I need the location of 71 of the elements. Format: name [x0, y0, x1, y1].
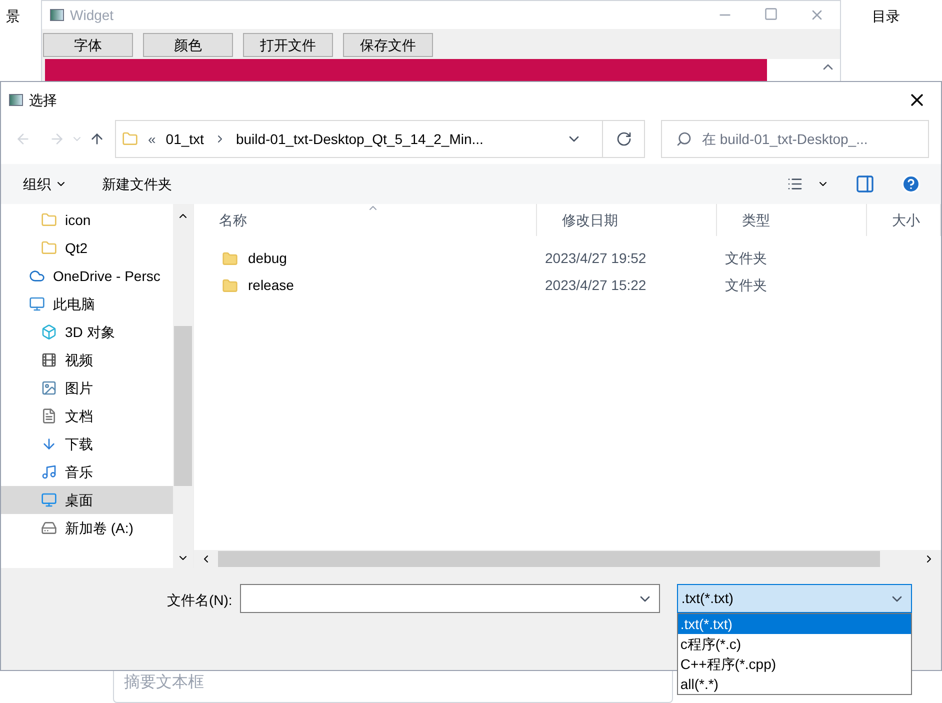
background-link[interactable]: 目录: [872, 6, 900, 27]
nav-item[interactable]: icon: [1, 206, 174, 234]
file-type-select[interactable]: .txt(*.txt): [677, 584, 912, 613]
file-row[interactable]: debug 2023/4/27 19:52 文件夹: [194, 245, 941, 272]
nav-item[interactable]: 桌面: [1, 486, 174, 514]
file-row[interactable]: release 2023/4/27 15:22 文件夹: [194, 272, 941, 299]
folder-icon: [41, 240, 57, 256]
horizontal-scrollbar[interactable]: [194, 550, 941, 568]
music-note-icon: [41, 464, 57, 480]
path-overflow[interactable]: «: [148, 128, 156, 150]
file-name: debug: [248, 249, 287, 268]
help-icon[interactable]: [901, 174, 921, 194]
modified-date: 2023/4/27 19:52: [544, 249, 648, 268]
nav-item[interactable]: 此电脑: [1, 290, 174, 318]
folder-icon: [122, 131, 138, 147]
picture-icon: [41, 380, 57, 396]
search-field[interactable]: 在 build-01_txt-Desktop_...: [661, 120, 929, 158]
drive-icon: [41, 520, 57, 536]
nav-item[interactable]: Qt2: [1, 234, 174, 262]
view-options-icon[interactable]: [787, 176, 803, 192]
nav-item[interactable]: 音乐: [1, 458, 174, 486]
document-icon: [41, 408, 57, 424]
up-icon[interactable]: [89, 131, 105, 147]
organize-button[interactable]: 组织: [23, 174, 67, 194]
file-type: 文件夹: [724, 276, 768, 295]
folder-icon: [41, 212, 57, 228]
nav-item[interactable]: 3D 对象: [1, 318, 174, 346]
column-header[interactable]: 名称: [194, 204, 537, 236]
column-header[interactable]: 修改日期: [537, 204, 717, 236]
dropdown-option[interactable]: C++程序(*.cpp): [678, 654, 912, 674]
toolbar-button[interactable]: 字体: [43, 33, 133, 57]
path-segment[interactable]: 01_txt: [166, 128, 204, 150]
nav-item[interactable]: 新加卷 (A:): [1, 514, 174, 542]
file-name-field[interactable]: [240, 584, 660, 613]
nav-item[interactable]: 图片: [1, 374, 174, 402]
dropdown-option[interactable]: c程序(*.c): [678, 634, 912, 654]
nav-item[interactable]: 视频: [1, 346, 174, 374]
path-segment[interactable]: build-01_txt-Desktop_Qt_5_14_2_Min...: [236, 128, 484, 150]
dropdown-option[interactable]: .txt(*.txt): [678, 614, 912, 634]
computer-icon: [29, 296, 45, 312]
cloud-icon: [29, 268, 45, 284]
dropdown-option[interactable]: all(*.*): [678, 674, 912, 694]
vertical-scrollbar[interactable]: [173, 204, 193, 568]
folder-icon: [222, 278, 238, 294]
window-icon: [9, 94, 23, 106]
window-icon: [50, 9, 64, 21]
modified-date: 2023/4/27 15:22: [544, 276, 648, 295]
dialog-title: 选择: [29, 90, 57, 110]
column-header[interactable]: 类型: [717, 204, 867, 236]
nav-item[interactable]: 文档: [1, 402, 174, 430]
down-arrow-icon: [41, 436, 57, 452]
background-text: 景: [6, 7, 20, 26]
preview-pane-icon[interactable]: [855, 174, 875, 194]
address-bar[interactable]: « 01_txt build-01_txt-Desktop_Qt_5_14_2_Min...: [115, 120, 645, 158]
monitor-icon: [41, 492, 57, 508]
search-icon: [676, 131, 692, 147]
cube-icon: [41, 324, 57, 340]
column-header[interactable]: 大小: [867, 204, 941, 236]
folder-icon: [222, 250, 238, 266]
toolbar-button[interactable]: 颜色: [143, 33, 233, 57]
toolbar-button[interactable]: 打开文件: [243, 33, 333, 57]
file-type: 文件夹: [724, 249, 768, 268]
refresh-icon: [616, 131, 632, 147]
window-title: Widget: [70, 6, 114, 25]
file-name: release: [248, 276, 294, 295]
new-folder-button[interactable]: 新建文件夹: [102, 174, 172, 194]
file-name-label: 文件名(N):: [167, 591, 232, 610]
nav-item[interactable]: 下载: [1, 430, 174, 458]
nav-item[interactable]: OneDrive - Persc: [1, 262, 174, 290]
film-icon: [41, 352, 57, 368]
toolbar-button[interactable]: 保存文件: [343, 33, 433, 57]
